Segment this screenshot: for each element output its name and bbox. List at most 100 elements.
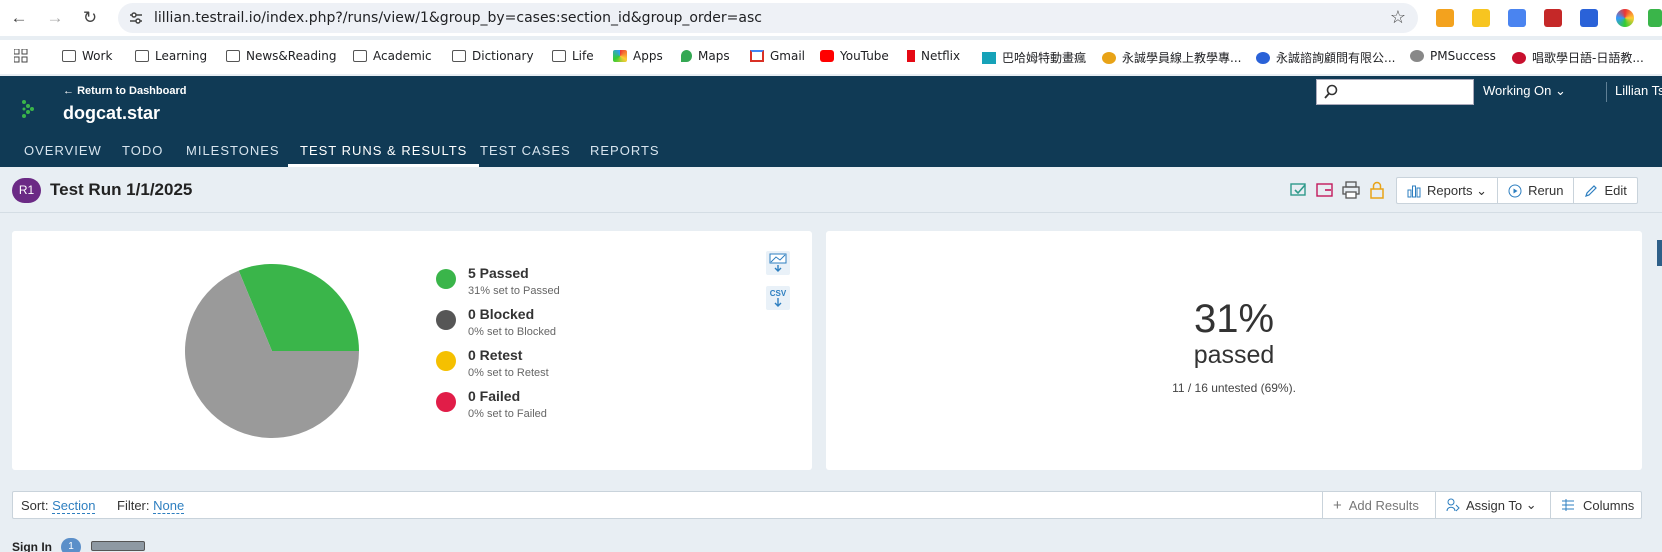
pass-percentage: 31% [1193,297,1275,341]
run-actions: Reports ⌄ Rerun Edit [1396,177,1638,204]
chevron-down-icon: ⌄ [1555,83,1566,98]
bookmark-star-icon[interactable]: ☆ [1390,7,1406,28]
legend-subtitle: 0% set to Retest [468,367,549,379]
return-to-dashboard-link[interactable]: ← Return to Dashboard [63,85,186,97]
project-name: dogcat.star [63,103,161,123]
user-menu[interactable]: Lillian Tsai [1615,83,1662,98]
plus-icon: + [1333,496,1342,514]
rerun-button[interactable]: Rerun [1498,178,1575,203]
extension-icon[interactable] [1616,9,1634,27]
download-image-icon[interactable] [766,251,790,275]
chevron-down-icon: ⌄ [1525,497,1537,512]
columns-icon [1562,499,1574,511]
status-chart-panel: 5 Passed 31% set to Passed 0 Blocked 0% set… [12,231,812,470]
tab-milestones[interactable]: MILESTONES [186,134,280,167]
bookmark-gmail[interactable]: Gmail [750,49,805,63]
mark-complete-icon[interactable] [1290,181,1308,199]
legend-subtitle: 0% set to Blocked [468,326,557,338]
reports-dropdown-button[interactable]: Reports ⌄ [1397,178,1499,203]
address-bar[interactable]: lillian.testrail.io/index.php?/runs/view… [118,3,1418,33]
bar-chart-icon [1407,185,1421,197]
bahamut-icon [982,51,996,64]
bookmark-folder-learning[interactable]: Learning [135,49,207,63]
tab-test-cases[interactable]: TEST CASES [480,134,571,167]
filter-control: Filter: None [117,498,185,514]
header-divider [1606,82,1607,102]
bookmark-apps[interactable]: Apps [613,49,663,63]
gmail-icon [750,50,764,62]
bookmark-folder-life[interactable]: Life [552,49,594,63]
youtube-icon [820,50,834,62]
section-progress-bar [91,541,145,551]
close-run-icon[interactable] [1316,181,1334,199]
edit-button[interactable]: Edit [1574,178,1636,203]
page-title: Test Run 1/1/2025 [50,180,193,199]
folder-icon [135,50,149,62]
extension-icon[interactable] [1580,9,1598,27]
back-icon[interactable]: ← [8,7,30,29]
section-title[interactable]: Sign In [12,540,52,552]
apps-icon [613,50,627,62]
bookmark-folder-dictionary[interactable]: Dictionary [452,49,534,63]
bookmark-folder-news[interactable]: News&Reading [226,49,337,63]
consulting-icon [1256,51,1270,64]
sort-section-link[interactable]: Section [52,498,96,514]
bookmark-yongcheng-learning[interactable]: 永誠學員線上教學專... [1102,49,1241,66]
forward-icon[interactable]: → [44,7,66,29]
tab-todo[interactable]: TODO [122,134,163,167]
extension-icon[interactable] [1472,9,1490,27]
run-badge: R1 [12,178,41,203]
tab-reports[interactable]: REPORTS [590,134,660,167]
legend-subtitle: 31% set to Passed [468,285,560,297]
folder-icon [353,50,367,62]
music-icon [1512,51,1526,64]
scrollbar-thumb[interactable] [1657,240,1662,266]
working-on-dropdown[interactable]: Working On ⌄ [1483,83,1566,99]
bookmark-folder-work[interactable]: Work [62,49,112,63]
untested-summary: 11 / 16 untested (69%). [1172,381,1296,395]
bookmark-folder-academic[interactable]: Academic [353,49,432,63]
extension-icon[interactable] [1436,9,1454,27]
section-count-badge: 1 [61,538,81,552]
site-settings-icon[interactable] [128,10,144,26]
download-csv-icon[interactable]: CSV [766,286,790,310]
bookmark-maps[interactable]: Maps [681,49,730,63]
add-results-button[interactable]: + Add Results [1322,492,1429,518]
pass-label: passed [1193,341,1275,369]
assign-to-dropdown[interactable]: Assign To ⌄ [1435,492,1547,518]
reload-icon[interactable]: ↻ [79,7,101,29]
run-title-bar: R1 Test Run 1/1/2025 Reports ⌄ Rerun Edi… [0,167,1662,213]
lock-icon[interactable] [1368,181,1386,199]
browser-toolbar: ← → ↻ lillian.testrail.io/index.php?/run… [0,0,1662,36]
sort-filter-bar: Sort: Section Filter: None + Add Results… [12,491,1642,519]
sort-control: Sort: Section [21,498,96,514]
bookmark-japanese-songs[interactable]: 唱歌學日語-日語教... [1512,49,1644,66]
bookmark-yongcheng-consulting[interactable]: 永誠諮詢顧問有限公... [1256,49,1395,66]
print-icon[interactable] [1342,181,1360,199]
bookmark-pmsuccess[interactable]: PMSuccess [1410,49,1496,63]
folder-icon [62,50,76,62]
extension-icon[interactable] [1544,9,1562,27]
tab-test-runs-results[interactable]: TEST RUNS & RESULTS [288,134,480,167]
filter-none-link[interactable]: None [153,498,185,514]
translate-extension-icon[interactable] [1508,9,1526,27]
legend-title: 5 Passed [468,265,529,281]
search-icon [1324,84,1338,99]
legend-title: 0 Failed [468,388,521,404]
tab-overview[interactable]: OVERVIEW [24,134,102,167]
bookmarks-bar: Work Learning News&Reading Academic Dict… [0,40,1662,74]
bookmark-netflix[interactable]: Netflix [907,49,960,63]
apps-grid-icon[interactable] [14,49,28,63]
testrail-logo-icon[interactable] [20,98,36,120]
legend-swatch [436,392,456,412]
url-text: lillian.testrail.io/index.php?/runs/view… [154,10,762,26]
search-field[interactable] [1316,79,1474,105]
bookmark-bahamut[interactable]: 巴哈姆特動畫瘋 [982,49,1086,66]
section-header: Sign In 1 [12,538,612,552]
legend-title: 0 Blocked [468,306,535,322]
columns-button[interactable]: Columns [1550,492,1644,518]
play-circle-icon [1508,184,1522,197]
extension-icon[interactable] [1648,9,1662,27]
search-input[interactable] [1343,83,1469,101]
bookmark-youtube[interactable]: YouTube [820,49,889,63]
